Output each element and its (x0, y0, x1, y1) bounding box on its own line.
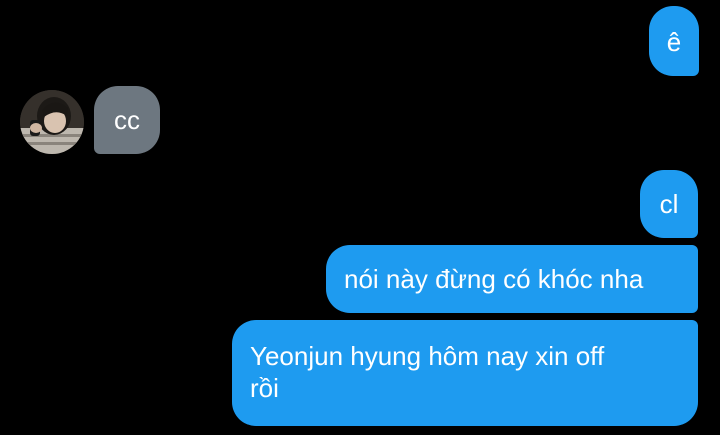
message-text-line: rồi (250, 373, 279, 403)
message-text: ê (666, 27, 682, 57)
message-text: cl (659, 189, 679, 219)
message-text: nói này đừng có khóc nha (344, 264, 644, 294)
message-bubble-outgoing[interactable]: nói này đừng có khóc nha (326, 245, 698, 313)
avatar-photo-icon (20, 90, 84, 154)
contact-avatar[interactable] (20, 90, 84, 154)
message-text: cc (114, 105, 140, 135)
message-text-line: Yeonjun hyung hôm nay xin off (250, 341, 605, 371)
message-bubble-outgoing[interactable]: ê (649, 6, 699, 76)
message-bubble-incoming[interactable]: cc (94, 86, 160, 154)
message-bubble-outgoing[interactable]: Yeonjun hyung hôm nay xin off rồi (232, 320, 698, 426)
message-bubble-outgoing[interactable]: cl (640, 170, 698, 238)
